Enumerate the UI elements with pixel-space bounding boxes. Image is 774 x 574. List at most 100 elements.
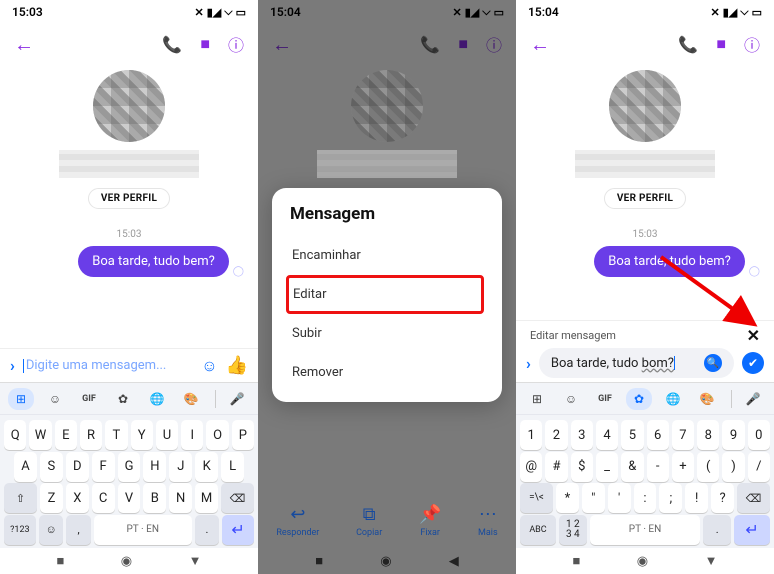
- nav-home[interactable]: ◉: [637, 554, 648, 569]
- key-h[interactable]: H: [143, 452, 166, 482]
- key-$[interactable]: $: [571, 452, 593, 482]
- mic-icon[interactable]: 🎤: [224, 388, 250, 410]
- back-icon[interactable]: ←: [14, 32, 34, 57]
- back-icon[interactable]: ←: [530, 32, 550, 57]
- sticker-icon[interactable]: ☺: [558, 388, 584, 410]
- key-5[interactable]: 5: [621, 420, 643, 450]
- opt-remove[interactable]: Remover: [290, 353, 484, 392]
- settings-icon[interactable]: ✿: [626, 388, 652, 410]
- opt-bump[interactable]: Subir: [290, 314, 484, 353]
- grid-icon[interactable]: ⊞: [524, 388, 550, 410]
- key-1[interactable]: 1: [520, 420, 542, 450]
- key-'[interactable]: ': [608, 483, 631, 513]
- info-icon[interactable]: ⓘ: [486, 32, 502, 56]
- key-7[interactable]: 7: [672, 420, 694, 450]
- video-icon[interactable]: ■: [458, 34, 468, 54]
- key-b[interactable]: B: [143, 483, 166, 513]
- abc-key[interactable]: ABC: [520, 515, 556, 545]
- gif-button[interactable]: GIF: [76, 388, 102, 410]
- key-#[interactable]: #: [545, 452, 567, 482]
- qa-copy[interactable]: ⧉Copiar: [356, 504, 382, 538]
- key-*[interactable]: *: [556, 483, 579, 513]
- key-?[interactable]: ?: [711, 483, 734, 513]
- key-&[interactable]: &: [621, 452, 643, 482]
- key-y[interactable]: Y: [131, 420, 153, 450]
- key-k[interactable]: K: [195, 452, 218, 482]
- key-g[interactable]: G: [118, 452, 141, 482]
- key-x[interactable]: X: [66, 483, 89, 513]
- key-8[interactable]: 8: [697, 420, 719, 450]
- opt-forward[interactable]: Encaminhar: [290, 236, 484, 275]
- key-f[interactable]: F: [92, 452, 115, 482]
- space-key[interactable]: PT · EN: [590, 515, 701, 545]
- key-3[interactable]: 3: [571, 420, 593, 450]
- nav-home[interactable]: ◉: [380, 554, 391, 569]
- search-in-input-icon[interactable]: 🔍: [704, 354, 722, 372]
- space-key[interactable]: PT · EN: [94, 515, 192, 545]
- key-([interactable]: (: [697, 452, 719, 482]
- sticker-icon[interactable]: ☺: [42, 388, 68, 410]
- key-n[interactable]: N: [169, 483, 192, 513]
- shift-key[interactable]: ⇧: [4, 483, 37, 513]
- period-key[interactable]: .: [703, 515, 731, 545]
- backspace-key[interactable]: ⌫: [737, 483, 770, 513]
- video-icon[interactable]: ■: [716, 34, 726, 54]
- key-c[interactable]: C: [92, 483, 115, 513]
- call-icon[interactable]: 📞: [420, 35, 440, 54]
- key-i[interactable]: I: [181, 420, 203, 450]
- qa-reply[interactable]: ↩Responder: [276, 504, 319, 538]
- key-@[interactable]: @: [520, 452, 542, 482]
- key-4[interactable]: 4: [596, 420, 618, 450]
- qa-more[interactable]: ⋯Mais: [478, 504, 498, 538]
- fraction-key[interactable]: 1 23 4: [559, 515, 587, 545]
- key-0[interactable]: 0: [748, 420, 770, 450]
- call-icon[interactable]: 📞: [678, 35, 698, 54]
- key-2[interactable]: 2: [545, 420, 567, 450]
- view-profile-button[interactable]: VER PERFIL: [604, 188, 686, 209]
- key-/[interactable]: /: [748, 452, 770, 482]
- enter-key[interactable]: ↵: [734, 515, 770, 545]
- nav-recent[interactable]: ■: [56, 553, 64, 569]
- key-z[interactable]: Z: [40, 483, 63, 513]
- backspace-key[interactable]: ⌫: [221, 483, 254, 513]
- video-icon[interactable]: ■: [200, 34, 210, 54]
- message-input[interactable]: Digite uma mensagem...: [23, 358, 193, 373]
- nav-recent[interactable]: ■: [315, 553, 323, 569]
- key--[interactable]: -: [647, 452, 669, 482]
- opt-edit[interactable]: Editar: [286, 275, 484, 314]
- numeric-key[interactable]: ?123: [4, 515, 36, 545]
- send-edit-button[interactable]: ✔: [742, 352, 764, 374]
- palette-icon[interactable]: 🎨: [694, 388, 720, 410]
- key-p[interactable]: P: [232, 420, 254, 450]
- nav-back[interactable]: ◀: [449, 554, 459, 569]
- sent-message[interactable]: Boa tarde, tudo bem?: [78, 246, 229, 277]
- palette-icon[interactable]: 🎨: [178, 388, 204, 410]
- back-icon[interactable]: ←: [272, 32, 292, 57]
- edit-input[interactable]: Boa tarde, tudo bom? 🔍: [539, 348, 734, 378]
- key-r[interactable]: R: [80, 420, 102, 450]
- key-:[interactable]: :: [634, 483, 657, 513]
- period-key[interactable]: .: [195, 515, 219, 545]
- key-w[interactable]: W: [29, 420, 51, 450]
- key-+[interactable]: +: [672, 452, 694, 482]
- symbols-key[interactable]: =\<: [520, 483, 553, 513]
- key-![interactable]: !: [685, 483, 708, 513]
- nav-recent[interactable]: ■: [572, 553, 580, 569]
- translate-icon[interactable]: 🌐: [660, 388, 686, 410]
- key-q[interactable]: Q: [4, 420, 26, 450]
- nav-back[interactable]: ▼: [189, 553, 202, 569]
- key-_[interactable]: _: [596, 452, 618, 482]
- emoji-key[interactable]: ☺: [39, 515, 63, 545]
- nav-home[interactable]: ◉: [121, 554, 132, 569]
- key-)[interactable]: ): [722, 452, 744, 482]
- settings-icon[interactable]: ✿: [110, 388, 136, 410]
- key-6[interactable]: 6: [647, 420, 669, 450]
- key-e[interactable]: E: [55, 420, 77, 450]
- key-d[interactable]: D: [66, 452, 89, 482]
- mic-icon[interactable]: 🎤: [740, 388, 766, 410]
- key-o[interactable]: O: [206, 420, 228, 450]
- comma-key[interactable]: ,: [66, 515, 90, 545]
- expand-icon[interactable]: ›: [10, 356, 15, 375]
- gif-button[interactable]: GIF: [592, 388, 618, 410]
- key-u[interactable]: U: [156, 420, 178, 450]
